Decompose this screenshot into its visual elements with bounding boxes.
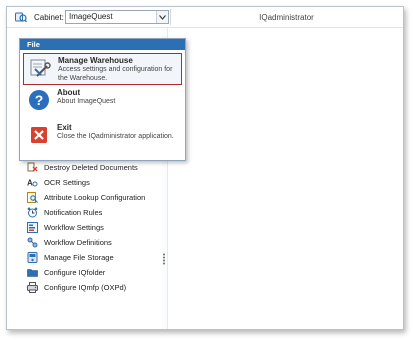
attribute-lookup-icon [27, 192, 38, 203]
cabinet-label: Cabinet: [34, 13, 64, 22]
sidebar-item-notification-rules[interactable]: Notification Rules [7, 206, 162, 221]
file-tab[interactable]: File [20, 39, 185, 50]
sidebar-item-configure-iqfolder[interactable]: Configure IQfolder [7, 266, 162, 281]
app-logo-icon[interactable] [15, 12, 27, 23]
sidebar-item-label: Destroy Deleted Documents [44, 163, 138, 172]
sidebar-item-label: Workflow Definitions [44, 238, 112, 247]
sidebar-item-label: Attribute Lookup Configuration [44, 193, 146, 202]
sidebar-item-workflow-settings[interactable]: Workflow Settings [7, 221, 162, 236]
sidebar-item-workflow-definitions[interactable]: Workflow Definitions [7, 236, 162, 251]
alarm-clock-icon [27, 207, 38, 218]
file-storage-icon [27, 252, 38, 263]
svg-text:A: A [27, 179, 33, 188]
manage-warehouse-description: Access settings and configuration for th… [58, 66, 173, 82]
window-title: IQadministrator [259, 13, 314, 22]
ocr-icon: A [27, 179, 38, 188]
workflow-settings-icon [27, 222, 38, 233]
sidebar-item-destroy-deleted-documents[interactable]: Destroy Deleted Documents [7, 161, 162, 176]
workflow-definitions-icon [27, 237, 38, 248]
folder-icon [27, 269, 38, 277]
sidebar-item-manage-file-storage[interactable]: Manage File Storage [7, 251, 162, 266]
cabinet-dropdown[interactable]: ImageQuest [65, 10, 169, 24]
sidebar-item-ocr-settings[interactable]: A OCR Settings [7, 176, 162, 191]
about-item[interactable]: ? About About ImageQuest [23, 86, 182, 116]
svg-text:?: ? [35, 92, 44, 108]
destroy-documents-icon [27, 162, 38, 172]
cabinet-value: ImageQuest [69, 12, 113, 21]
help-icon: ? [29, 90, 49, 110]
chevron-down-icon[interactable] [156, 11, 168, 23]
app-window: Cabinet: ImageQuest IQadministrator Dest… [6, 6, 404, 330]
exit-title: Exit [57, 123, 72, 132]
warehouse-tools-icon [30, 59, 51, 77]
admin-menu-list: Destroy Deleted Documents A OCR Settings… [7, 161, 162, 296]
sidebar-item-configure-iqmfp[interactable]: Configure IQmfp (OXPd) [7, 281, 162, 296]
splitter-grip[interactable] [163, 253, 165, 265]
file-menu: File Manage Warehouse Access settings an… [19, 38, 186, 161]
mfp-icon [27, 282, 38, 293]
exit-item[interactable]: Exit Close the IQadministrator applicati… [23, 121, 182, 151]
sidebar-item-attribute-lookup-configuration[interactable]: Attribute Lookup Configuration [7, 191, 162, 206]
sidebar-item-label: Configure IQmfp (OXPd) [44, 283, 127, 292]
about-title: About [57, 88, 81, 97]
toolbar: Cabinet: ImageQuest IQadministrator [7, 7, 403, 28]
file-tab-label: File [27, 40, 40, 49]
about-description: About ImageQuest [57, 98, 116, 105]
sidebar-item-label: Configure IQfolder [44, 268, 106, 277]
sidebar-item-label: Workflow Settings [44, 223, 104, 232]
exit-description: Close the IQadministrator application. [57, 133, 174, 140]
sidebar-item-label: OCR Settings [44, 178, 90, 187]
manage-warehouse-title: Manage Warehouse [58, 56, 133, 65]
close-x-icon [31, 127, 47, 143]
sidebar-item-label: Manage File Storage [44, 253, 114, 262]
sidebar-item-label: Notification Rules [44, 208, 103, 217]
manage-warehouse-item[interactable]: Manage Warehouse Access settings and con… [23, 53, 182, 85]
